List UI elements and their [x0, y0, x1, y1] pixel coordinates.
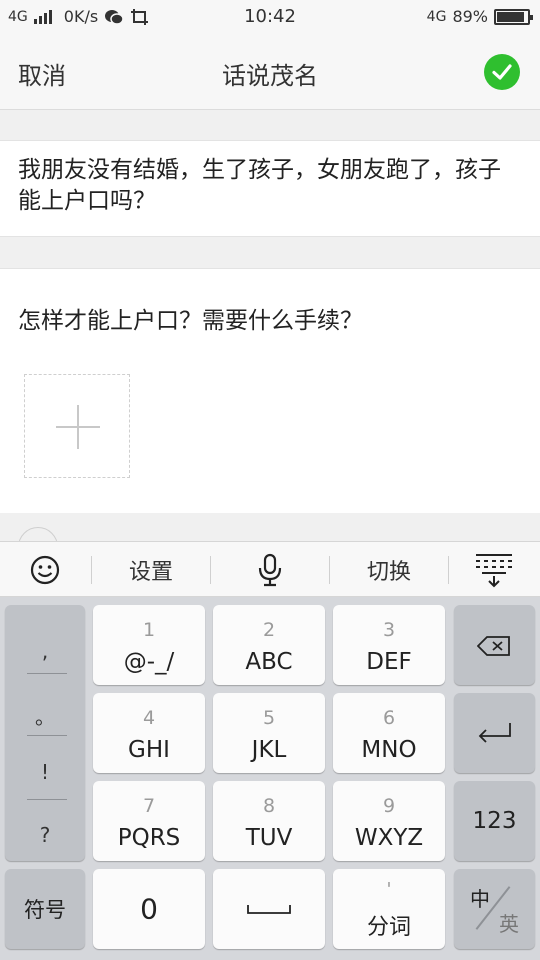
key-0[interactable]: 0	[93, 869, 205, 949]
key-label: 分词	[366, 915, 411, 940]
key-letters: JKL	[251, 737, 287, 763]
space-key[interactable]	[213, 869, 325, 949]
enter-icon	[478, 723, 511, 743]
lang-english-label: 英	[499, 912, 519, 936]
key-1[interactable]: 1 @-_/	[93, 605, 205, 685]
add-image-button[interactable]	[24, 374, 130, 478]
hide-keyboard-button[interactable]	[460, 542, 528, 598]
key-number: 4	[142, 707, 156, 729]
key-number: 1	[142, 619, 156, 641]
microphone-icon	[258, 553, 282, 587]
key-2[interactable]: 2 ABC	[213, 605, 325, 685]
key-label: 123	[472, 808, 517, 834]
backspace-icon	[477, 636, 510, 656]
key-number: 6	[382, 707, 396, 729]
backspace-key[interactable]	[454, 605, 535, 685]
punctuation-column[interactable]: , 。 ! ?	[5, 605, 85, 861]
punct-comma-key[interactable]: ,	[5, 639, 85, 663]
key-number: 8	[262, 795, 276, 817]
punct-period-key[interactable]: 。	[5, 701, 85, 730]
page-title: 话说茂名	[222, 62, 318, 90]
key-3[interactable]: 3 DEF	[333, 605, 445, 685]
smiley-icon	[30, 555, 60, 585]
word-segment-key[interactable]: ' 分词	[333, 869, 445, 949]
key-letters: PQRS	[117, 825, 181, 851]
title-bar: 取消 话说茂名	[0, 34, 540, 110]
punct-divider	[27, 799, 67, 800]
key-letters: MNO	[361, 737, 417, 763]
confirm-button[interactable]	[484, 54, 520, 90]
toolbar-divider	[448, 556, 449, 584]
key-symbol: '	[386, 879, 392, 900]
detail-text: 怎样才能上户口？需要什么手续？	[18, 308, 363, 334]
key-letters: GHI	[128, 737, 170, 763]
key-letters: DEF	[366, 649, 412, 675]
bottom-peek-area	[0, 513, 540, 567]
symbols-key[interactable]: 符号	[5, 869, 85, 949]
key-7[interactable]: 7 PQRS	[93, 781, 205, 861]
settings-button[interactable]: 设置	[92, 542, 210, 598]
key-number: 5	[262, 707, 276, 729]
enter-key[interactable]	[454, 693, 535, 773]
key-4[interactable]: 4 GHI	[93, 693, 205, 773]
key-9[interactable]: 9 WXYZ	[333, 781, 445, 861]
key-letters: ABC	[245, 649, 293, 675]
status-bar: 4G 0K/s 10:42 4G 89%	[0, 0, 540, 34]
key-letters: TUV	[245, 825, 293, 851]
key-number: 3	[382, 619, 396, 641]
punct-divider	[27, 673, 67, 674]
key-label: 符号	[24, 898, 66, 922]
question-text: 我朋友没有结婚，生了孩子，女朋友跑了，孩子能上户口吗？	[18, 157, 501, 214]
switch-button[interactable]: 切换	[330, 542, 448, 598]
cancel-button[interactable]: 取消	[18, 56, 66, 91]
check-icon	[492, 64, 512, 80]
key-letters: WXYZ	[354, 825, 424, 851]
network-type-right: 4G	[426, 8, 447, 25]
question-title-field[interactable]: 我朋友没有结婚，生了孩子，女朋友跑了，孩子能上户口吗？	[0, 140, 540, 237]
punct-question-key[interactable]: ?	[5, 823, 85, 847]
battery-icon	[494, 8, 533, 25]
key-5[interactable]: 5 JKL	[213, 693, 325, 773]
key-number: 9	[382, 795, 396, 817]
key-letters: @-_/	[123, 649, 175, 675]
battery-percent: 89%	[452, 7, 488, 26]
emoji-button[interactable]	[14, 542, 76, 598]
key-label: 0	[140, 892, 158, 926]
punct-divider	[27, 735, 67, 736]
key-number: 2	[262, 619, 276, 641]
keyboard-hide-icon	[476, 554, 512, 588]
punct-exclaim-key[interactable]: !	[5, 760, 85, 784]
key-number: 7	[142, 795, 156, 817]
language-switch-key[interactable]: 中 英	[454, 869, 535, 949]
key-8[interactable]: 8 TUV	[213, 781, 325, 861]
numeric-keyboard-key[interactable]: 123	[454, 781, 535, 861]
t9-keyboard: , 。 ! ? 1 @-_/ 2 ABC 3 DEF 4 GHI 5 JKL 6…	[0, 597, 540, 960]
keyboard-toolbar: 设置 切换	[0, 541, 540, 597]
question-detail-field[interactable]: 怎样才能上户口？需要什么手续？	[0, 268, 540, 513]
lang-chinese-label: 中	[470, 887, 490, 911]
space-icon	[247, 905, 291, 914]
key-6[interactable]: 6 MNO	[333, 693, 445, 773]
voice-input-button[interactable]	[211, 542, 329, 598]
